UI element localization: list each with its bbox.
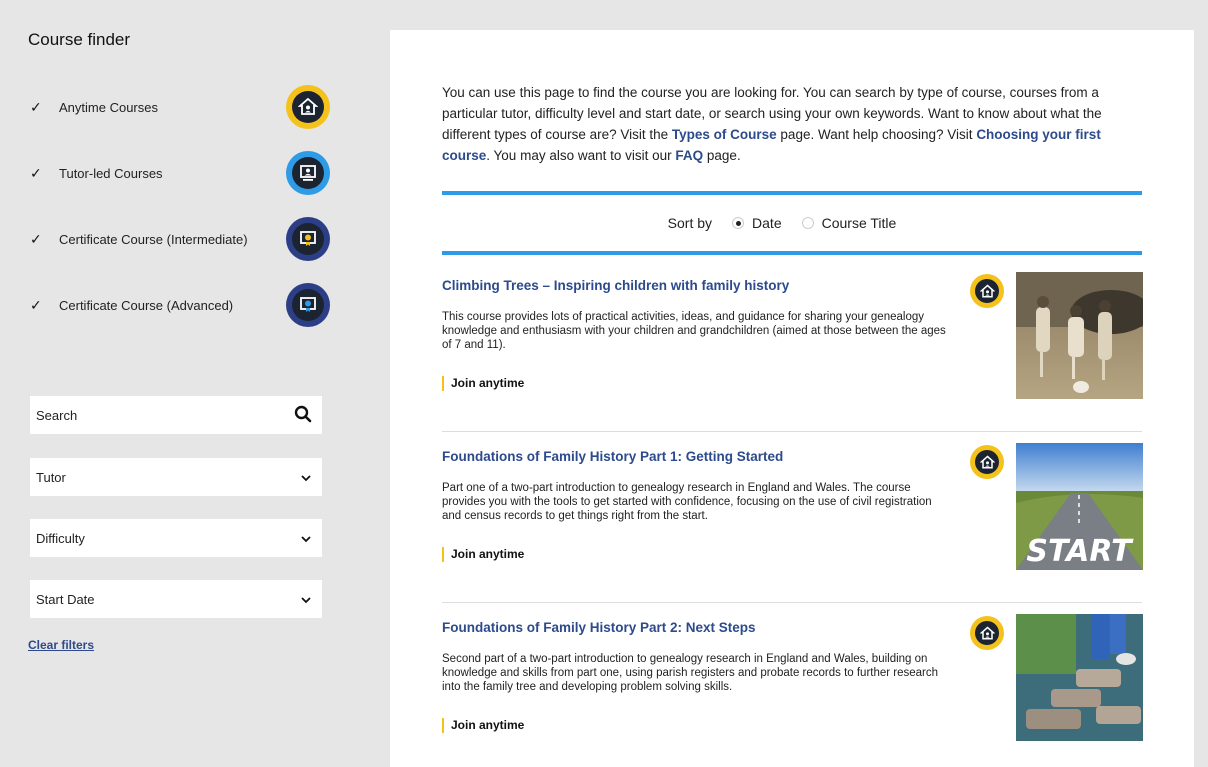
- chevron-down-icon: [300, 592, 312, 607]
- difficulty-select[interactable]: Difficulty: [30, 519, 322, 557]
- sort-option-label: Date: [752, 215, 782, 231]
- course-title-link[interactable]: Climbing Trees – Inspiring children with…: [442, 278, 789, 293]
- filter-label: Tutor-led Courses: [59, 165, 163, 181]
- sort-controls: Sort by Date Course Title: [442, 210, 1142, 236]
- sort-option-date[interactable]: Date: [732, 215, 782, 231]
- filter-tutor-led-courses[interactable]: ✓ Tutor-led Courses: [30, 150, 330, 196]
- checkbox-check-icon[interactable]: ✓: [30, 165, 44, 182]
- chevron-down-icon: [300, 531, 312, 546]
- course-thumbnail[interactable]: [1016, 614, 1143, 741]
- checkbox-check-icon[interactable]: ✓: [30, 99, 44, 116]
- sidebar-title: Course finder: [28, 30, 131, 49]
- checkbox-check-icon[interactable]: ✓: [30, 297, 44, 314]
- tutor-select[interactable]: Tutor: [30, 458, 322, 496]
- course-thumbnail[interactable]: START: [1016, 443, 1143, 570]
- start-date-select[interactable]: Start Date: [30, 580, 322, 618]
- anytime-course-icon: [970, 616, 1004, 650]
- course-card: Climbing Trees – Inspiring children with…: [442, 272, 1143, 432]
- filter-label: Certificate Course (Intermediate): [59, 231, 248, 247]
- course-finder-sidebar: Course finder ✓ Anytime Courses ✓ Tutor-…: [12, 14, 372, 767]
- course-description: Part one of a two-part introduction to g…: [442, 482, 932, 522]
- filter-label: Certificate Course (Advanced): [59, 297, 234, 313]
- tutor-select-label: Tutor: [36, 469, 66, 485]
- certificate-intermediate-icon: [286, 217, 330, 261]
- filter-anytime-courses[interactable]: ✓ Anytime Courses: [30, 84, 330, 130]
- divider-bottom: [442, 251, 1142, 255]
- course-title-link[interactable]: Foundations of Family History Part 1: Ge…: [442, 449, 783, 464]
- chevron-down-icon: [300, 470, 312, 485]
- sort-option-label: Course Title: [821, 215, 897, 231]
- anytime-course-icon: [970, 274, 1004, 308]
- radio-selected-icon[interactable]: [732, 217, 745, 229]
- clear-filters-link[interactable]: Clear filters: [28, 638, 94, 652]
- course-results-panel: You can use this page to find the course…: [390, 30, 1194, 767]
- join-status: Join anytime: [442, 547, 524, 562]
- divider-top: [442, 191, 1142, 195]
- course-title-link[interactable]: Foundations of Family History Part 2: Ne…: [442, 620, 756, 635]
- search-icon[interactable]: [294, 405, 312, 426]
- search-input[interactable]: [36, 407, 294, 423]
- radio-unselected-icon[interactable]: [801, 217, 814, 229]
- search-field[interactable]: [30, 396, 322, 434]
- sort-option-course-title[interactable]: Course Title: [801, 215, 897, 231]
- anytime-course-icon: [970, 445, 1004, 479]
- intro-text: You can use this page to find the course…: [442, 82, 1144, 166]
- join-status: Join anytime: [442, 376, 524, 391]
- sort-label: Sort by: [667, 215, 713, 231]
- course-card: Foundations of Family History Part 1: Ge…: [442, 443, 1143, 603]
- tutor-led-icon: [286, 151, 330, 195]
- filter-certificate-advanced[interactable]: ✓ Certificate Course (Advanced): [30, 282, 330, 328]
- start-road-text: START: [1026, 534, 1134, 569]
- intro-text-part: page.: [703, 148, 741, 163]
- difficulty-select-label: Difficulty: [36, 530, 85, 546]
- faq-link[interactable]: FAQ: [675, 148, 703, 163]
- intro-text-part: . You may also want to visit our: [486, 148, 676, 163]
- start-date-select-label: Start Date: [36, 591, 95, 607]
- course-thumbnail[interactable]: [1016, 272, 1143, 399]
- course-description: This course provides lots of practical a…: [442, 311, 946, 351]
- course-description: Second part of a two-part introduction t…: [442, 653, 939, 693]
- course-card: Foundations of Family History Part 2: Ne…: [442, 614, 1143, 767]
- intro-text-part: page. Want help choosing? Visit: [776, 127, 977, 142]
- filter-certificate-intermediate[interactable]: ✓ Certificate Course (Intermediate): [30, 216, 330, 262]
- certificate-advanced-icon: [286, 283, 330, 327]
- join-status: Join anytime: [442, 718, 524, 733]
- filter-label: Anytime Courses: [59, 99, 158, 115]
- checkbox-check-icon[interactable]: ✓: [30, 231, 44, 248]
- types-of-course-link[interactable]: Types of Course: [672, 127, 777, 142]
- anytime-course-icon: [286, 85, 330, 129]
